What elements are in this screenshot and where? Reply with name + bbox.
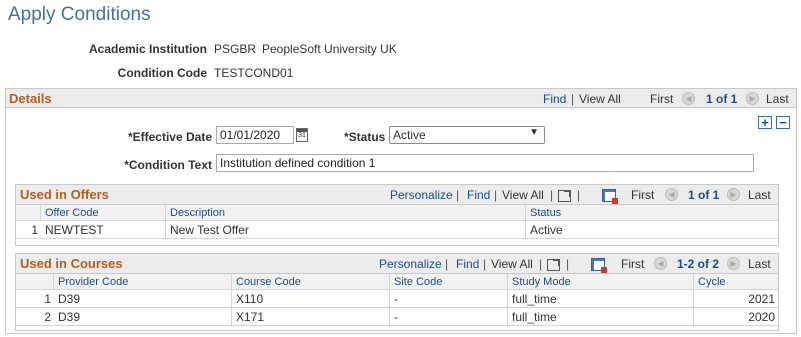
details-first-label: First [650, 92, 674, 106]
offers-find-link[interactable]: Find [467, 188, 490, 202]
offers-col-offer-code[interactable]: Offer Code [41, 205, 166, 221]
table-row-number: 1 [16, 290, 54, 308]
condition-code: TESTCOND01 [214, 66, 294, 80]
details-prev-icon[interactable]: ◀ [682, 92, 695, 105]
offers-count: 1 of 1 [688, 188, 720, 202]
download-excel-icon[interactable] [591, 258, 608, 274]
courses-grid: Used in Courses Personalize | Find | Vie… [15, 253, 779, 331]
courses-view-all-link[interactable]: View All [491, 257, 533, 271]
study-mode-cell: full_time [508, 308, 694, 326]
course-code-cell: X110 [232, 290, 390, 308]
details-next-icon[interactable]: ▶ [746, 92, 759, 105]
separator: | [483, 257, 487, 271]
institution-code: PSGBR [214, 42, 257, 56]
condition-text-input[interactable] [216, 154, 754, 172]
zoom-icon[interactable] [558, 189, 571, 202]
courses-prev-icon[interactable]: ◀ [654, 257, 667, 270]
courses-next-icon[interactable]: ▶ [727, 257, 740, 270]
courses-personalize-link[interactable]: Personalize [379, 257, 442, 271]
offers-personalize-link[interactable]: Personalize [390, 188, 453, 202]
separator: | [550, 188, 554, 202]
site-code-cell: - [390, 308, 508, 326]
zoom-icon[interactable] [547, 258, 560, 271]
offers-grid: Used in Offers Personalize | Find | View… [15, 184, 779, 246]
separator: | [539, 257, 543, 271]
offers-grid-header: Used in Offers Personalize | Find | View… [16, 185, 778, 205]
offers-last-label: Last [748, 188, 771, 202]
provider-code-cell: D39 [54, 290, 232, 308]
status-select[interactable]: Active ▼ [389, 126, 545, 144]
details-view-all-link[interactable]: View All [579, 92, 621, 106]
courses-title: Used in Courses [20, 256, 123, 271]
courses-col-provider-code[interactable]: Provider Code [54, 274, 232, 290]
separator: | [456, 188, 460, 202]
offer-status-cell: Active [526, 221, 778, 239]
remove-row-button[interactable]: − [776, 116, 790, 129]
offer-description-cell: New Test Offer [166, 221, 526, 239]
offers-first-label: First [631, 188, 655, 202]
course-code-cell: X171 [232, 308, 390, 326]
details-find-link[interactable]: Find [543, 92, 566, 106]
offer-code-cell: NEWTEST [41, 221, 166, 239]
condition-code-label: Condition Code [117, 66, 207, 80]
details-last-label: Last [766, 92, 789, 106]
status-label: *Status [344, 130, 386, 144]
institution-name: PeopleSoft University UK [262, 42, 397, 56]
condition-text-label: *Condition Text [124, 158, 212, 172]
separator: | [571, 92, 575, 106]
details-section: Details Find | View All First ◀ 1 of 1 ▶… [5, 88, 797, 334]
separator: | [494, 188, 498, 202]
courses-col-study-mode[interactable]: Study Mode [508, 274, 694, 290]
chevron-down-icon: ▼ [529, 127, 539, 138]
offers-view-all-link[interactable]: View All [502, 188, 544, 202]
site-code-cell: - [390, 290, 508, 308]
offers-next-icon[interactable]: ▶ [727, 188, 740, 201]
details-count: 1 of 1 [706, 92, 738, 106]
courses-col-site-code[interactable]: Site Code [390, 274, 508, 290]
calendar-icon[interactable]: 31 [296, 128, 308, 142]
courses-grid-header: Used in Courses Personalize | Find | Vie… [16, 254, 778, 274]
provider-code-cell: D39 [54, 308, 232, 326]
table-row-number: 2 [16, 308, 54, 326]
offers-col-status[interactable]: Status [526, 205, 778, 221]
offers-rownum-header [16, 205, 41, 221]
courses-count: 1-2 of 2 [677, 257, 720, 271]
study-mode-cell: full_time [508, 290, 694, 308]
institution-label: Academic Institution [88, 42, 207, 56]
effective-date-input[interactable] [216, 126, 294, 144]
effective-date-label: *Effective Date [127, 130, 212, 144]
download-excel-icon[interactable] [602, 189, 619, 205]
separator: | [566, 257, 570, 271]
courses-find-link[interactable]: Find [456, 257, 479, 271]
courses-first-label: First [621, 257, 645, 271]
courses-col-course-code[interactable]: Course Code [232, 274, 390, 290]
courses-rownum-header [16, 274, 54, 290]
separator: | [445, 257, 449, 271]
table-row-number: 1 [16, 221, 41, 239]
cycle-cell: 2020 [694, 308, 778, 326]
details-title: Details [9, 91, 52, 106]
courses-last-label: Last [748, 257, 771, 271]
status-select-value: Active [393, 128, 426, 142]
page-title: Apply Conditions [8, 4, 151, 25]
courses-col-cycle[interactable]: Cycle [694, 274, 778, 290]
offers-title: Used in Offers [20, 187, 109, 202]
offers-col-description[interactable]: Description [166, 205, 526, 221]
cycle-cell: 2021 [694, 290, 778, 308]
offers-prev-icon[interactable]: ◀ [665, 188, 678, 201]
separator: | [577, 188, 581, 202]
details-header: Details Find | View All First ◀ 1 of 1 ▶… [6, 89, 796, 108]
add-row-button[interactable]: + [758, 116, 772, 129]
